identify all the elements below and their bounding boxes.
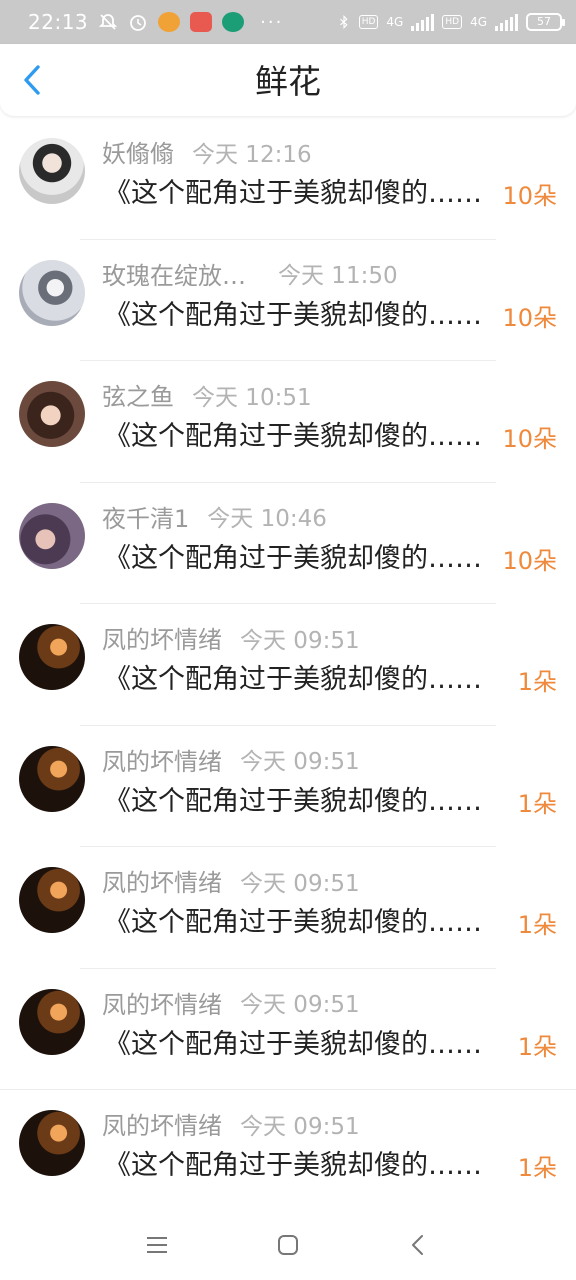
bluetooth-icon [339,15,348,29]
back-triangle-icon [412,1235,423,1255]
list-item[interactable]: 凤的坏情绪 今天 09:51 《这个配角过于美貌却傻的……》 1朵 [0,847,576,969]
user-line: 妖翛翛 今天 12:16 [102,134,312,169]
status-time: 22:13 [28,10,89,34]
more-notifications-icon: ··· [260,11,284,33]
book-title[interactable]: 《这个配角过于美貌却傻的……》 [104,660,496,700]
book-title[interactable]: 《这个配角过于美貌却傻的……》 [104,903,496,943]
avatar[interactable] [19,1110,85,1176]
status-bar: 22:13 ··· HD 4G HD 4G 57 [0,0,576,44]
user-line: 凤的坏情绪 今天 09:51 [102,985,360,1020]
hd-badge-2: HD [442,15,463,29]
username[interactable]: 凤的坏情绪 [102,620,222,655]
timestamp: 今天 10:46 [207,506,327,532]
avatar[interactable] [19,745,85,812]
status-left: 22:13 ··· [28,10,283,34]
book-title[interactable]: 《这个配角过于美貌却傻的……》 [104,296,496,336]
timestamp: 今天 09:51 [240,749,360,775]
username[interactable]: 夜千清1 [102,499,189,534]
status-right: HD 4G HD 4G 57 [337,12,565,32]
avatar[interactable] [19,867,85,933]
timestamp: 今天 11:50 [278,263,398,289]
network-label-2: 4G [470,15,487,29]
book-title[interactable]: 《这个配角过于美貌却傻的……》 [104,1025,496,1065]
hd-badge-1: HD [358,15,379,29]
list-item[interactable]: 凤的坏情绪 今天 09:51 《这个配角过于美貌却傻的……》 1朵 [0,969,576,1090]
system-nav-bar [0,1212,576,1280]
page-header: 鲜花 [0,44,576,116]
calendar-app-icon [190,12,213,32]
avatar[interactable] [19,624,85,690]
flower-count: 10朵 [502,546,557,575]
username[interactable]: 弦之鱼 [102,377,174,412]
list-item[interactable]: 玫瑰在绽放… 今天 11:50 《这个配角过于美貌却傻的……》 10朵 [0,240,576,361]
battery-icon: 57 [526,13,565,31]
avatar[interactable] [19,381,85,447]
timestamp: 今天 12:16 [192,141,312,168]
book-title[interactable]: 《这个配角过于美貌却傻的……》 [104,782,496,822]
bell-off-icon [98,14,118,30]
alarm-icon [130,15,147,31]
timestamp: 今天 09:51 [240,627,360,654]
username[interactable]: 玫瑰在绽放… [102,256,246,291]
username[interactable]: 凤的坏情绪 [102,985,222,1020]
nav-back-button[interactable] [403,1230,433,1260]
home-button[interactable] [273,1230,303,1260]
avatar[interactable] [19,988,85,1055]
timestamp: 今天 10:51 [192,384,312,411]
menu-button[interactable] [142,1230,172,1260]
flower-count: 1朵 [517,911,557,939]
user-line: 玫瑰在绽放… 今天 11:50 [102,256,398,291]
user-line: 夜千清1 今天 10:46 [102,499,327,534]
user-line: 弦之鱼 今天 10:51 [102,377,312,412]
book-title[interactable]: 《这个配角过于美貌却傻的……》 [104,539,496,579]
list-item[interactable]: 夜千清1 今天 10:46 《这个配角过于美貌却傻的……》 10朵 [0,483,576,604]
user-line: 凤的坏情绪 今天 09:51 [102,620,360,655]
list-item[interactable]: 凤的坏情绪 今天 09:51 《这个配角过于美貌却傻的……》 1朵 [0,1090,576,1212]
flower-count: 1朵 [517,668,557,696]
timestamp: 今天 09:51 [240,1113,360,1140]
timestamp: 今天 09:51 [240,992,360,1018]
list-item[interactable]: 弦之鱼 今天 10:51 《这个配角过于美貌却傻的……》 10朵 [0,361,576,483]
signal-icon-2 [495,13,518,31]
book-title[interactable]: 《这个配角过于美貌却傻的……》 [104,1146,496,1186]
avatar[interactable] [19,502,85,569]
page-title: 鲜花 [255,62,321,101]
timestamp: 今天 09:51 [240,870,360,897]
username[interactable]: 妖翛翛 [102,134,174,169]
network-label-1: 4G [386,15,404,29]
flower-count: 10朵 [502,182,557,210]
username[interactable]: 凤的坏情绪 [102,1106,222,1141]
user-line: 凤的坏情绪 今天 09:51 [102,1106,360,1141]
list-item[interactable]: 凤的坏情绪 今天 09:51 《这个配角过于美貌却傻的……》 1朵 [0,726,576,847]
chat-app-icon [222,12,245,32]
signal-icon-1 [411,13,435,31]
username[interactable]: 凤的坏情绪 [102,742,222,777]
book-title[interactable]: 《这个配角过于美貌却傻的……》 [104,417,496,457]
list-item[interactable]: 妖翛翛 今天 12:16 《这个配角过于美貌却傻的……》 10朵 [0,118,576,240]
username[interactable]: 凤的坏情绪 [102,863,222,898]
menu-icon [147,1237,167,1253]
flower-count: 10朵 [502,425,557,453]
avatar[interactable] [19,259,85,326]
flower-count: 10朵 [502,303,557,332]
flower-count: 1朵 [517,1154,557,1182]
weibo-app-icon [158,12,181,32]
list-item[interactable]: 凤的坏情绪 今天 09:51 《这个配角过于美貌却傻的……》 1朵 [0,604,576,726]
flower-count: 1朵 [517,1032,557,1061]
home-square-icon [278,1235,298,1255]
user-line: 凤的坏情绪 今天 09:51 [102,863,360,898]
user-line: 凤的坏情绪 今天 09:51 [102,742,360,777]
flower-count: 1朵 [517,789,557,818]
book-title[interactable]: 《这个配角过于美貌却傻的……》 [104,174,496,214]
avatar[interactable] [19,138,85,204]
flower-list: 妖翛翛 今天 12:16 《这个配角过于美貌却傻的……》 10朵 玫瑰在绽放… … [0,118,576,1212]
